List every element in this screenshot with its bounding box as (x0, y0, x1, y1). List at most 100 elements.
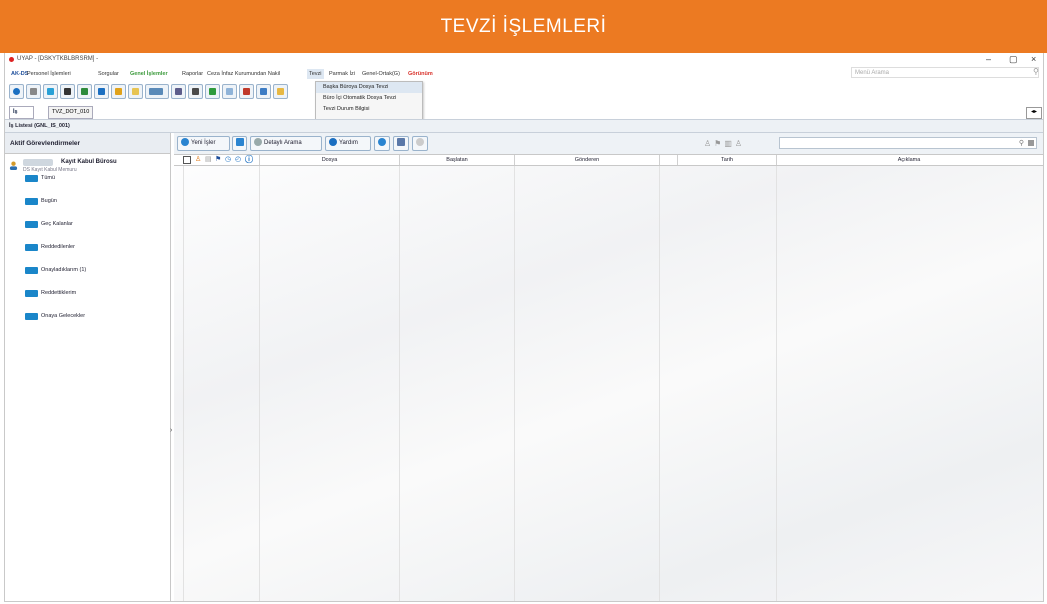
note-tool-button[interactable] (128, 84, 143, 99)
window-title: UYAP - [DSKYTKBLBRSRM] - (17, 56, 99, 62)
col-gonderen[interactable]: Gönderen (515, 156, 659, 164)
person-icon: ♙ (195, 156, 202, 163)
menu-ceza-infaz[interactable]: Ceza İnfaz Kurumundan Nakil (207, 71, 280, 77)
list-tool-button[interactable] (145, 84, 169, 99)
forward-icon (378, 138, 386, 147)
search-tool-button[interactable] (94, 84, 109, 99)
menu-search-input[interactable]: Menü Arama (851, 67, 1039, 78)
grid-line (514, 166, 515, 601)
folder-label: Onayladıklarım (1) (41, 267, 87, 273)
detail-search-button[interactable]: Detaylı Arama (250, 136, 322, 151)
folder-icon (25, 313, 38, 320)
folder-label: Reddettiklerim (41, 290, 77, 296)
link-tool-button[interactable] (43, 84, 58, 99)
filter-icons[interactable]: ♙⚑▥♙ (704, 139, 745, 148)
alert-tool-button[interactable] (111, 84, 126, 99)
tevzi-dropdown-menu: Başka Büroya Dosya Tevzi Büro İçi Otomat… (315, 81, 423, 121)
tab-nav-arrows[interactable]: ◂▸ (1026, 107, 1042, 119)
left-panel-header: Aktif Görevlendirmeler (5, 133, 170, 154)
save-tool-button[interactable] (256, 84, 271, 99)
grid-line (183, 166, 184, 601)
menu-parmak-izi[interactable]: Parmak İzi (329, 71, 355, 77)
help-label: Yardım (339, 140, 358, 146)
book-tool-button[interactable] (77, 84, 92, 99)
office-user-icon (9, 161, 18, 170)
magnifier-icon (254, 138, 262, 147)
user-tool-button[interactable] (171, 84, 186, 99)
grid-icon[interactable] (1028, 140, 1034, 146)
print-button[interactable] (393, 136, 409, 151)
work-list-panel: Yeni İşler Detaylı Arama Yardım ♙⚑▥♙ ⚲ ♙… (174, 133, 1043, 601)
lesson-banner: TEVZİ İŞLEMLERİ (0, 0, 1047, 53)
grid-line (399, 166, 400, 601)
select-all-checkbox[interactable] (183, 156, 191, 164)
folder-icon (25, 198, 38, 205)
menu-sorgular[interactable]: Sorgular (98, 71, 119, 77)
new-jobs-button[interactable]: Yeni İşler (177, 136, 230, 151)
redacted-name (23, 159, 53, 166)
timer-icon: ◴ (235, 156, 242, 163)
col-aciklama[interactable]: Açıklama (777, 156, 1041, 164)
folder-icon (25, 175, 38, 182)
work-list-toolbar: Yeni İşler Detaylı Arama Yardım ♙⚑▥♙ ⚲ (174, 133, 1043, 155)
left-panel: Aktif Görevlendirmeler Kayıt Kabul Büros… (5, 133, 171, 601)
menu-personel[interactable]: Personel İşlemleri (27, 71, 71, 77)
minimize-button[interactable]: – (986, 54, 991, 64)
help-icon (329, 138, 337, 147)
menu-ak-ds[interactable]: AK-DS (11, 71, 28, 77)
folder-label: Onaya Gelecekler (41, 313, 86, 319)
dropdown-item-buro-ici[interactable]: Büro İçi Otomatik Dosya Tevzi (316, 93, 422, 104)
close-tool-button[interactable] (26, 84, 41, 99)
menu-genel-islemler[interactable]: Genel İşlemler (130, 71, 168, 77)
dropdown-item-baska-buroya[interactable]: Başka Büroya Dosya Tevzi (316, 82, 422, 93)
app-icon (9, 57, 14, 62)
mail-tool-button[interactable] (60, 84, 75, 99)
breadcrumb-label: İş Listesi (GNL_IS_001) (9, 123, 70, 129)
office-role: DS Kayıt Kabul Memuru (23, 167, 77, 173)
restore-button[interactable]: ▢ (1009, 54, 1018, 65)
calc-tool-button[interactable] (188, 84, 203, 99)
upload-tool-button[interactable] (205, 84, 220, 99)
col-tarih[interactable]: Tarih (678, 156, 776, 164)
attachment-icon: ▤ (205, 156, 212, 163)
search-icon[interactable]: ⚲ (1033, 67, 1039, 76)
tab-is-listesi[interactable]: İş Listesi (9, 106, 35, 126)
banner-title: TEVZİ İŞLEMLERİ (440, 15, 607, 37)
tab-tvz-dot-010[interactable]: TVZ_DOT_010 (48, 106, 94, 119)
folder-icon (25, 221, 38, 228)
refresh-icon (181, 138, 189, 147)
col-dosya[interactable]: Dosya (260, 156, 399, 164)
printer-icon (397, 138, 405, 147)
clock-icon: ◷ (225, 156, 232, 163)
help-tool-button[interactable] (9, 84, 24, 99)
breadcrumb: İş Listesi (GNL_IS_001) (5, 119, 1043, 133)
chevron-right-icon: › (170, 427, 173, 434)
app-window: UYAP - [DSKYTKBLBRSRM] - – ▢ × AK-DS Per… (4, 53, 1044, 602)
folder-icon (25, 244, 38, 251)
dropdown-item-tevzi-durum[interactable]: Tevzi Durum Bilgisi (316, 104, 422, 115)
grid-line (776, 166, 777, 601)
help-button[interactable]: Yardım (325, 136, 371, 151)
menu-gorunum[interactable]: Görünüm (408, 71, 433, 77)
forward-button[interactable] (374, 136, 390, 151)
download-button[interactable] (232, 136, 247, 151)
folder-icon (25, 267, 38, 274)
menu-genel-ortak[interactable]: Genel-Ortak(G) (362, 71, 400, 77)
folder-label: Bugün (41, 198, 57, 204)
table-header: ♙ ▤ ⚑ ◷ ◴ ⓘ Dosya Başlatan Gönderen Tari… (174, 155, 1043, 166)
info-button[interactable] (412, 136, 428, 151)
print-tool-button[interactable] (239, 84, 254, 99)
search-icon[interactable]: ⚲ (1019, 139, 1024, 147)
menu-raporlar[interactable]: Raporlar (182, 71, 203, 77)
grid-line (259, 166, 260, 601)
folder-tool-button[interactable] (273, 84, 288, 99)
col-baslatan[interactable]: Başlatan (400, 156, 514, 164)
office-name: Kayıt Kabul Bürosu (61, 159, 117, 165)
title-bar: UYAP - [DSKYTKBLBRSRM] - – ▢ × (5, 53, 1043, 67)
close-button[interactable]: × (1031, 54, 1036, 64)
folder-label: Tümü (41, 175, 56, 181)
menu-tevzi[interactable]: Tevzi (307, 69, 324, 79)
work-list-search-input[interactable]: ⚲ (779, 137, 1037, 149)
doc-tool-button[interactable] (222, 84, 237, 99)
down-arrow-icon (236, 138, 244, 147)
